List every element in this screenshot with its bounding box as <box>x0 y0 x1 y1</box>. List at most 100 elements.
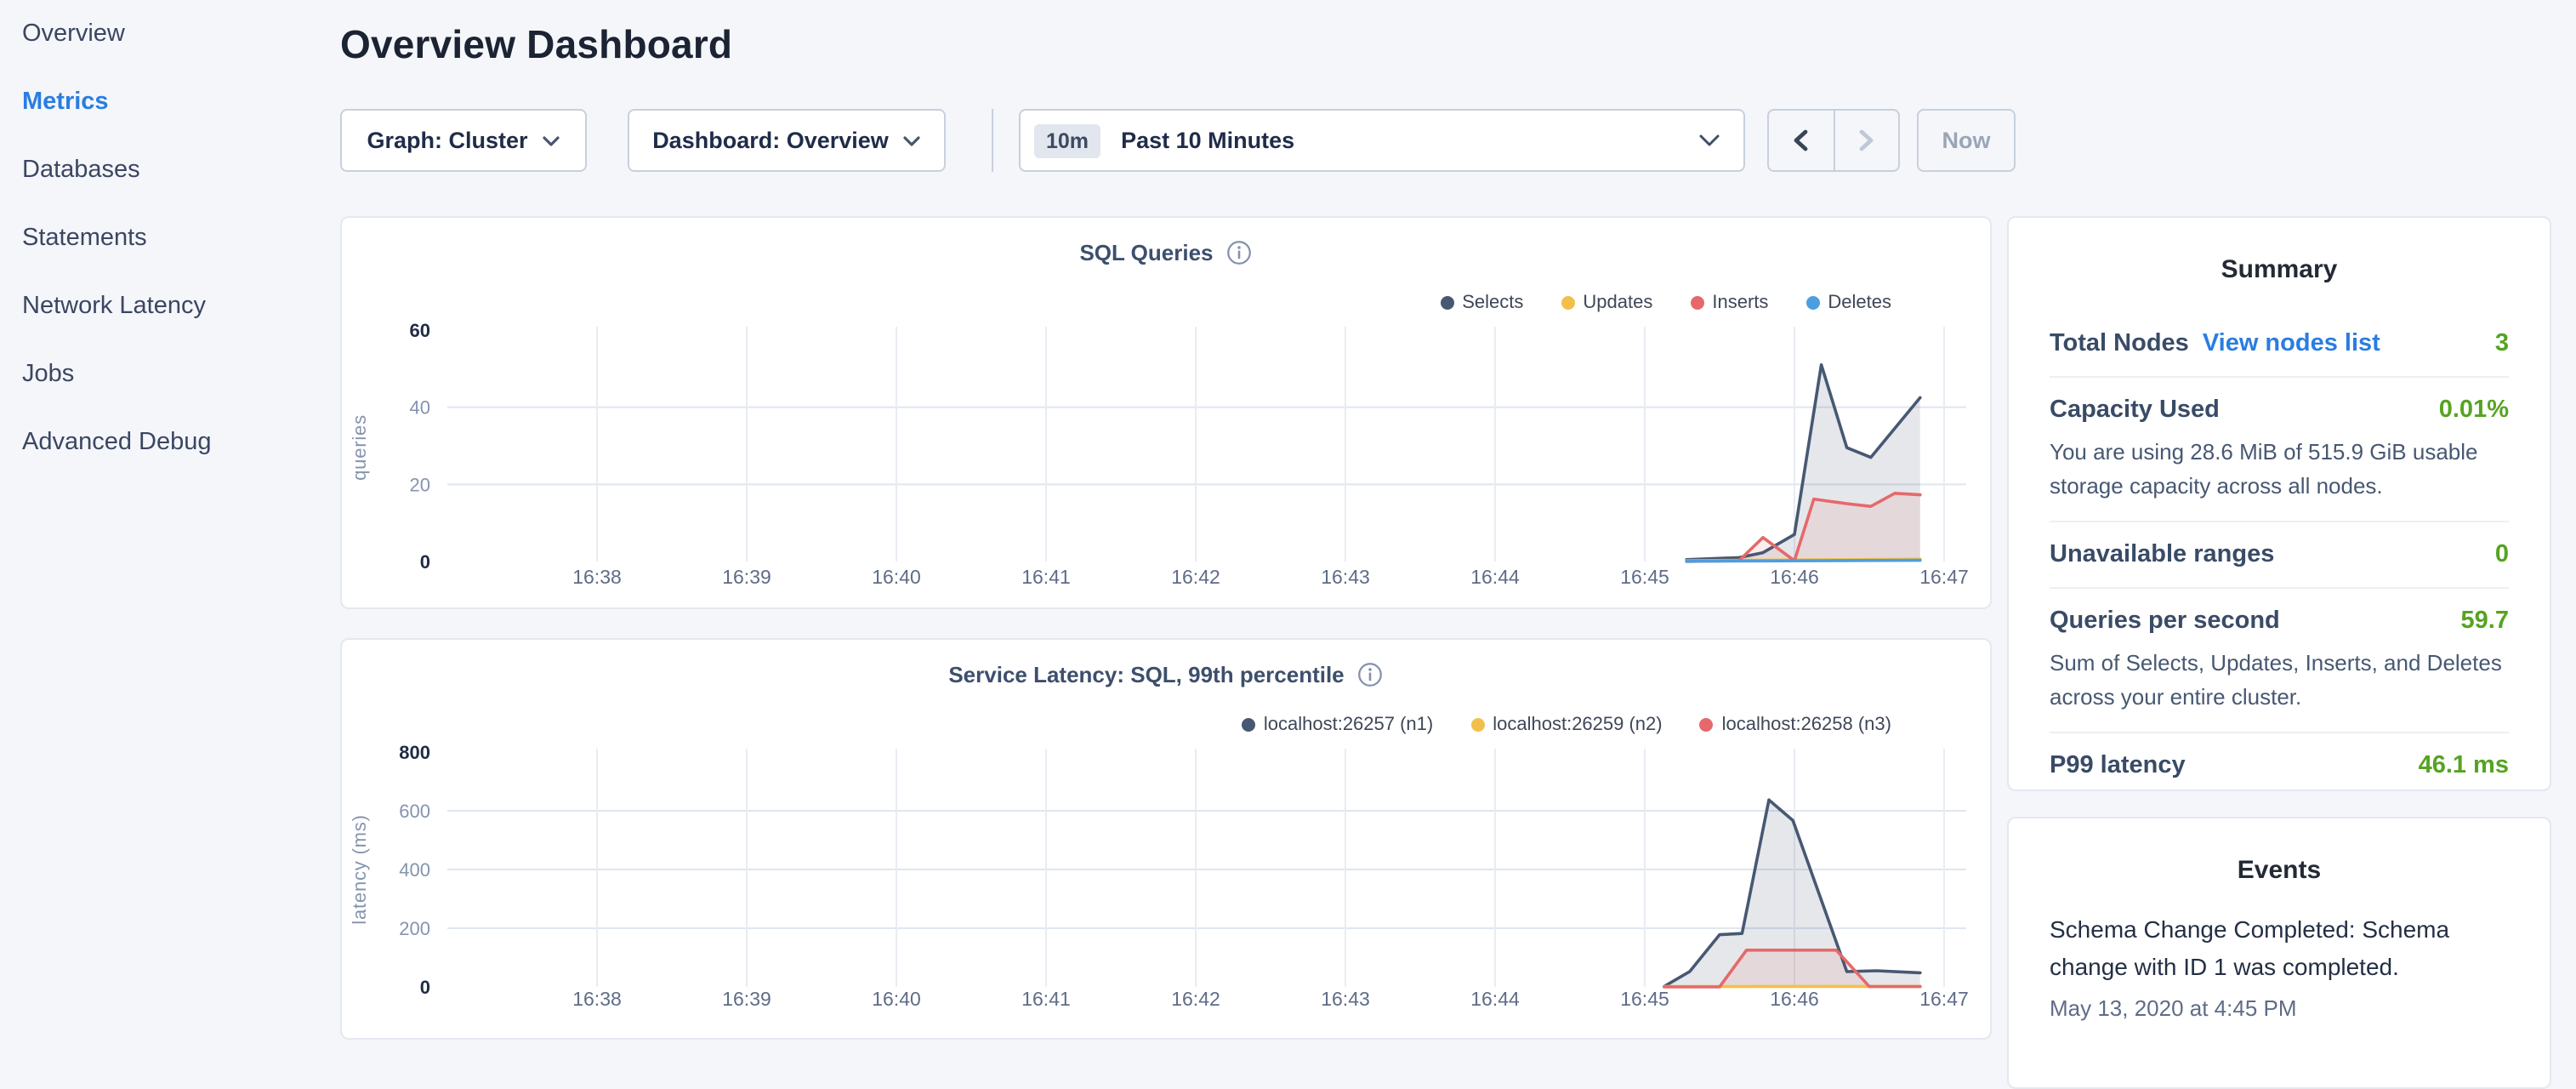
legend-series-dot <box>1440 296 1453 310</box>
events-heading: Events <box>2050 856 2509 885</box>
chart-title: Service Latency: SQL, 99th percentile <box>948 662 1344 687</box>
legend-series-dot <box>1242 718 1255 732</box>
sidebar-item-statements[interactable]: Statements <box>0 204 323 272</box>
chart-legend: Selects Updates Inserts Deletes <box>1440 293 1891 313</box>
svg-text:16:45: 16:45 <box>1620 988 1669 1010</box>
svg-text:600: 600 <box>399 801 430 822</box>
svg-text:16:38: 16:38 <box>572 566 622 588</box>
summary-row-total-nodes: Total Nodes View nodes list 3 <box>2050 311 2509 378</box>
service-latency-chart-card: Service Latency: SQL, 99th percentile lo… <box>340 638 1992 1040</box>
chevron-right-icon <box>1859 129 1874 151</box>
time-range-selector[interactable]: 10m Past 10 Minutes <box>1019 109 1745 172</box>
time-window-badge: 10m <box>1034 123 1100 157</box>
summary-row-unavailable-ranges: Unavailable ranges 0 <box>2050 522 2509 589</box>
legend-item: localhost:26259 (n2) <box>1470 715 1662 735</box>
svg-text:16:38: 16:38 <box>572 988 622 1010</box>
unavailable-ranges-label: Unavailable ranges <box>2050 541 2274 568</box>
time-next-button[interactable] <box>1834 111 1898 170</box>
event-text: Schema Change Completed: Schema change w… <box>2050 912 2465 986</box>
svg-text:20: 20 <box>410 474 430 495</box>
sidebar: Overview Metrics Databases Statements Ne… <box>0 0 323 476</box>
svg-text:0: 0 <box>420 977 430 998</box>
time-window-label: Past 10 Minutes <box>1121 128 1294 153</box>
service-latency-plot[interactable]: 16:3816:3916:4016:4116:4216:4316:4416:45… <box>342 737 1993 1026</box>
svg-text:60: 60 <box>410 320 430 341</box>
svg-text:16:40: 16:40 <box>872 988 921 1010</box>
svg-text:16:46: 16:46 <box>1770 988 1819 1010</box>
controls-bar: Graph: Cluster Dashboard: Overview 10m P… <box>340 109 1992 172</box>
summary-row-capacity: Capacity Used 0.01% You are using 28.6 M… <box>2050 378 2509 522</box>
svg-text:16:39: 16:39 <box>722 566 771 588</box>
queries-per-second-value: 59.7 <box>2461 607 2509 635</box>
chevron-left-icon <box>1794 129 1809 151</box>
legend-item: Updates <box>1561 293 1652 313</box>
p99-latency-label: P99 latency <box>2050 752 2186 779</box>
svg-text:0: 0 <box>420 551 430 573</box>
sidebar-item-overview[interactable]: Overview <box>0 0 323 68</box>
event-timestamp: May 13, 2020 at 4:45 PM <box>2050 996 2509 1022</box>
page-title: Overview Dashboard <box>340 22 732 68</box>
legend-item: Selects <box>1440 293 1523 313</box>
event-list-item[interactable]: Schema Change Completed: Schema change w… <box>2050 912 2509 1022</box>
capacity-used-value: 0.01% <box>2439 396 2509 424</box>
info-icon[interactable] <box>1227 240 1253 265</box>
svg-text:latency (ms): latency (ms) <box>349 814 370 924</box>
sql-queries-plot[interactable]: 16:3816:3916:4016:4116:4216:4316:4416:45… <box>342 315 1993 604</box>
dashboard-label: Dashboard: Overview <box>652 128 889 153</box>
legend-series-label: Inserts <box>1712 293 1768 313</box>
total-nodes-label: Total Nodes <box>2050 330 2189 357</box>
events-panel: Events Schema Change Completed: Schema c… <box>2007 817 2551 1089</box>
time-prev-button[interactable] <box>1769 111 1834 170</box>
svg-text:200: 200 <box>399 918 430 939</box>
summary-row-p99: P99 latency 46.1 ms <box>2050 733 2509 798</box>
info-icon[interactable] <box>1358 662 1384 687</box>
legend-item: localhost:26257 (n1) <box>1242 715 1433 735</box>
svg-text:16:41: 16:41 <box>1021 566 1071 588</box>
sidebar-item-databases[interactable]: Databases <box>0 136 323 204</box>
chart-legend: localhost:26257 (n1) localhost:26259 (n2)… <box>1242 715 1891 735</box>
svg-text:16:43: 16:43 <box>1321 988 1370 1010</box>
time-pager <box>1767 109 1900 172</box>
now-button[interactable]: Now <box>1917 109 2016 172</box>
sidebar-item-metrics[interactable]: Metrics <box>0 68 323 136</box>
legend-series-dot <box>1470 718 1484 732</box>
graph-scope-dropdown[interactable]: Graph: Cluster <box>340 109 587 172</box>
legend-series-label: localhost:26257 (n1) <box>1264 715 1433 735</box>
svg-text:16:47: 16:47 <box>1919 566 1969 588</box>
queries-per-second-label: Queries per second <box>2050 607 2280 635</box>
svg-text:queries: queries <box>349 414 370 481</box>
summary-row-qps: Queries per second 59.7 Sum of Selects, … <box>2050 589 2509 733</box>
legend-series-label: localhost:26259 (n2) <box>1493 715 1662 735</box>
svg-text:16:40: 16:40 <box>872 566 921 588</box>
legend-series-label: Selects <box>1462 293 1523 313</box>
sidebar-item-jobs[interactable]: Jobs <box>0 340 323 408</box>
sidebar-item-advanced-debug[interactable]: Advanced Debug <box>0 408 323 476</box>
sql-queries-chart-card: SQL Queries Selects Updates Inserts Deletes… <box>340 216 1992 609</box>
p99-latency-value: 46.1 ms <box>2419 752 2509 779</box>
db-console-page: Overview Metrics Databases Statements Ne… <box>0 0 2576 1052</box>
legend-series-dot <box>1690 296 1703 310</box>
svg-text:400: 400 <box>399 859 430 881</box>
view-nodes-list-link[interactable]: View nodes list <box>2203 330 2380 357</box>
queries-per-second-description: Sum of Selects, Updates, Inserts, and De… <box>2050 647 2509 713</box>
legend-series-label: Deletes <box>1828 293 1891 313</box>
dashboard-dropdown[interactable]: Dashboard: Overview <box>628 109 946 172</box>
legend-series-label: localhost:26258 (n3) <box>1722 715 1891 735</box>
legend-item: Inserts <box>1690 293 1768 313</box>
svg-text:16:45: 16:45 <box>1620 566 1669 588</box>
chevron-down-icon <box>904 135 921 145</box>
svg-text:16:42: 16:42 <box>1171 988 1220 1010</box>
legend-series-dot <box>1700 718 1714 732</box>
legend-item: Deletes <box>1805 293 1891 313</box>
summary-heading: Summary <box>2050 255 2509 284</box>
svg-text:40: 40 <box>410 397 430 419</box>
svg-text:16:47: 16:47 <box>1919 988 1969 1010</box>
legend-series-dot <box>1805 296 1819 310</box>
sidebar-item-network-latency[interactable]: Network Latency <box>0 272 323 340</box>
legend-series-label: Updates <box>1583 293 1652 313</box>
chart-title: SQL Queries <box>1079 240 1213 265</box>
now-button-label: Now <box>1942 128 1991 153</box>
chevron-down-icon <box>543 135 560 145</box>
legend-series-dot <box>1561 296 1574 310</box>
legend-item: localhost:26258 (n3) <box>1700 715 1891 735</box>
